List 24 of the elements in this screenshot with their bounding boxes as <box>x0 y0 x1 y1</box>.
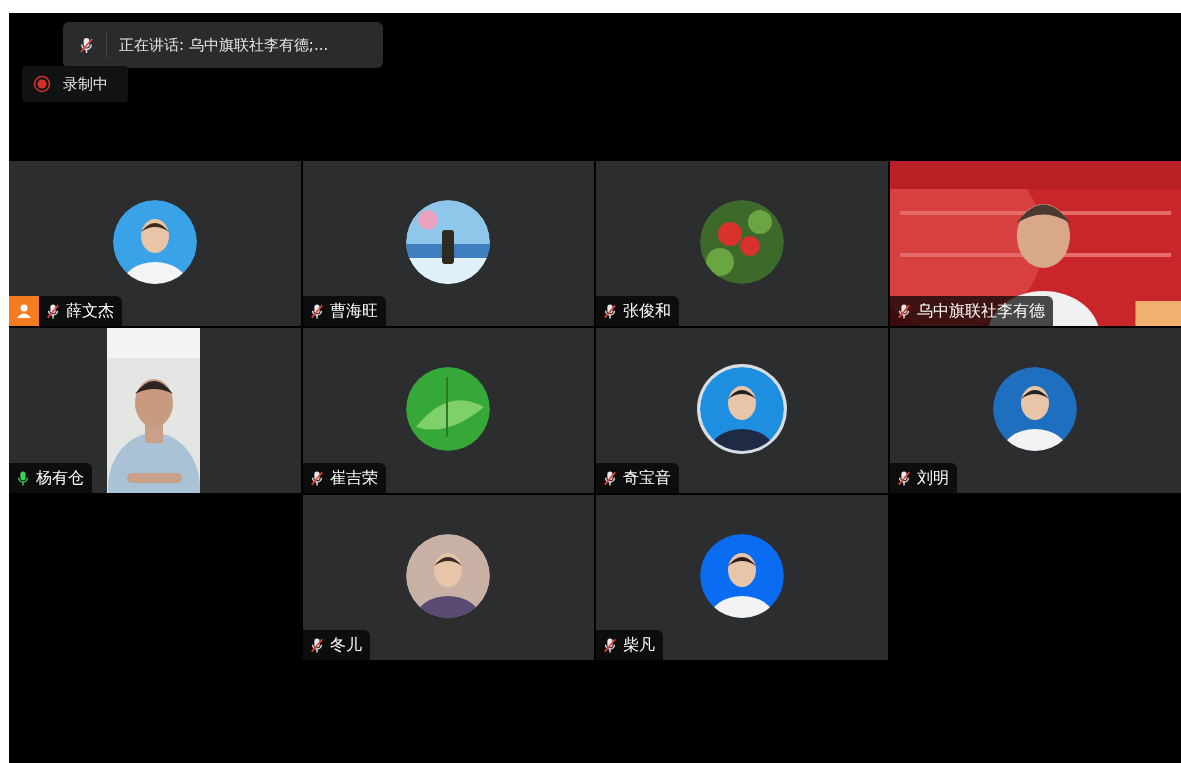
participant-tile[interactable]: 杨有仓 <box>9 328 301 493</box>
participant-name: 刘明 <box>916 467 949 489</box>
participant-tile[interactable]: 奇宝音 <box>596 328 888 493</box>
recording-label: 录制中 <box>63 73 108 95</box>
participant-name: 张俊和 <box>623 300 671 322</box>
participant-name: 薛文杰 <box>66 300 114 322</box>
participant-tile[interactable]: 张俊和 <box>596 161 888 326</box>
participant-name: 冬儿 <box>329 634 362 656</box>
participant-tile[interactable]: 崔吉荣 <box>302 328 594 493</box>
participant-name: 杨有仓 <box>36 467 84 489</box>
participant-tile[interactable]: 曹海旺 <box>302 161 594 326</box>
record-icon <box>33 75 51 93</box>
participant-tile[interactable]: 冬儿 <box>302 495 594 660</box>
participant-tile[interactable]: 刘明 <box>889 328 1181 493</box>
participant-name: 曹海旺 <box>329 300 378 322</box>
participant-name: 奇宝音 <box>623 467 671 489</box>
participant-tile[interactable]: 柴凡 <box>596 495 888 660</box>
participant-name: 乌中旗联社李有德 <box>916 300 1045 322</box>
person-icon <box>16 303 32 319</box>
participant-name: 柴凡 <box>623 634 655 656</box>
toast-text: 正在讲话: 乌中旗联社李有德;... <box>119 34 329 56</box>
participant-name: 崔吉荣 <box>329 467 378 489</box>
participant-tile[interactable]: 薛文杰 <box>9 161 301 326</box>
participant-tile[interactable]: 乌中旗联社李有德 <box>889 161 1181 326</box>
